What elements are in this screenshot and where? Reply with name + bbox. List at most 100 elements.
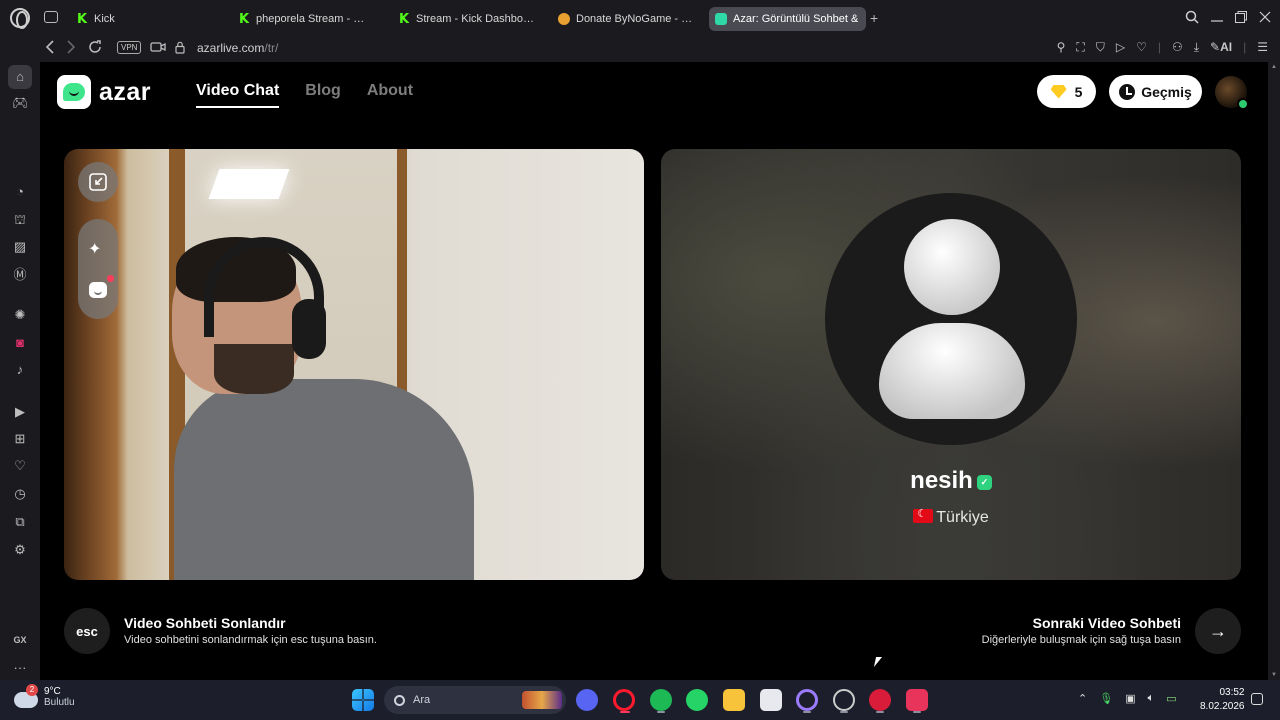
file-explorer-icon[interactable] [723,689,745,711]
shield-icon[interactable]: ⛉ [1096,40,1105,55]
download-icon[interactable]: ⤓ [1194,40,1199,55]
next-chat-description: Diğerleriyle buluşmak için sağ tuşa bası… [981,634,1181,646]
url-field[interactable]: azarlive.com/tr/ [197,41,278,55]
m-icon[interactable]: Ⓜ [12,267,28,283]
pin-icon[interactable]: ⚲ [1057,40,1066,55]
notification-icon[interactable] [1251,693,1263,705]
gems-count: 5 [1074,83,1083,100]
restore-button[interactable] [1234,10,1248,26]
face-filter-icon[interactable] [89,282,107,298]
new-tab-button[interactable]: + [870,11,878,25]
history-button[interactable]: Geçmiş [1109,75,1202,108]
more-icon[interactable]: ··· [12,660,28,676]
tab-bynogame[interactable]: Donate ByNoGame - Gele [552,7,700,31]
gems-button[interactable]: 5 [1037,75,1096,108]
vpn-badge[interactable]: VPN [117,41,142,54]
avatar[interactable] [1215,76,1249,110]
tab-island-icon[interactable] [44,11,58,23]
running-indicator [840,711,848,713]
kick-icon: K [76,11,88,27]
tiktok-icon[interactable]: ♪ [12,362,28,378]
tab-kick[interactable]: K Kick [70,7,225,31]
running-indicator [620,711,630,713]
app-red-icon[interactable] [869,689,891,711]
cloud-icon: 2 [14,684,38,708]
minimize-video-button[interactable] [78,162,118,202]
instagram-icon[interactable]: ◙ [12,335,28,351]
page-content: azar Video Chat Blog About 5 Geçmiş ✦ ne… [40,62,1268,680]
page-scrollbar[interactable] [1268,62,1280,680]
kick-icon: K [238,11,250,27]
main-nav: Video Chat Blog About [196,82,413,108]
profile-icon[interactable]: ⚇ [1172,40,1183,55]
nav-blog[interactable]: Blog [305,82,341,108]
app-pink-icon[interactable] [906,689,928,711]
close-window-button[interactable] [1258,10,1272,26]
collapse-icon [89,173,107,191]
speed-dial-icon[interactable]: ◔ [12,184,28,200]
gx-control-button[interactable]: GX [12,632,28,648]
camera-icon[interactable] [150,40,166,56]
reload-button[interactable] [88,40,102,57]
heart-icon[interactable]: ♡ [1136,40,1147,55]
search-highlight-image [522,691,562,709]
chatgpt-icon[interactable]: ✺ [12,307,28,323]
next-chat-title: Sonraki Video Sohbeti [1032,615,1181,631]
ai-button[interactable]: ✎AI [1210,40,1232,55]
tab-pheporela-stream[interactable]: K pheporela Stream - Watch [232,7,380,31]
history-icon[interactable]: ◷ [12,486,28,502]
lock-icon[interactable] [175,41,185,54]
microsoft-store-icon[interactable] [760,689,782,711]
forward-button[interactable] [66,40,76,57]
assistant-icon[interactable] [796,689,818,711]
opera-gx-icon[interactable] [613,689,635,711]
tab-azar[interactable]: Azar: Görüntülü Sohbet & [709,7,866,31]
apps-icon[interactable]: ⊞ [12,431,28,447]
back-button[interactable] [45,40,55,57]
player-icon[interactable]: ▶ [12,404,28,420]
tab-label: pheporela Stream - Watch [256,13,374,25]
search-tabs-icon[interactable] [1185,10,1199,26]
whatsapp-icon[interactable] [686,689,708,711]
end-chat-button[interactable]: esc [64,608,110,654]
gamepad-icon[interactable]: 🎮︎ [12,95,29,111]
verified-badge [1237,98,1249,110]
network-icon[interactable]: ▣ [1125,692,1135,705]
person-beard [214,344,294,394]
peer-avatar [825,193,1077,445]
extensions-icon[interactable]: ⧉ [12,514,28,530]
system-tray: ⌃ 🎙︎ ▣ 🔈︎ ▭ [1078,692,1177,705]
minimize-button[interactable] [1210,10,1224,26]
weather-widget[interactable]: 2 9°C Bulutlu [14,684,75,708]
chevron-up-icon[interactable]: ⌃ [1078,692,1087,705]
magic-wand-icon[interactable]: ✦ [88,239,101,259]
microphone-icon[interactable]: 🎙︎ [1099,692,1113,705]
spotify-icon[interactable] [650,689,672,711]
twitch-icon[interactable]: ⛫ [12,212,28,228]
easy-setup-icon[interactable]: ☰ [1257,40,1268,55]
battery-icon[interactable]: ▭ [1166,692,1176,705]
ceiling-light [208,169,290,199]
discord-icon[interactable] [576,689,598,711]
running-indicator [876,711,884,713]
divider: | [1243,40,1247,54]
send-icon[interactable]: ▷ [1116,40,1125,55]
peer-name-row: nesih ✓ [661,467,1241,495]
tab-kick-dashboard[interactable]: K Stream - Kick Dashboard [392,7,542,31]
next-chat-button[interactable]: → [1195,608,1241,654]
volume-icon[interactable]: 🔈︎ [1148,692,1155,705]
heart-icon[interactable]: ♡ [12,458,28,474]
nav-about[interactable]: About [367,82,413,108]
cheat-icon[interactable]: ▨ [12,239,28,255]
home-icon[interactable]: ⌂ [8,65,32,89]
obs-icon[interactable] [833,689,855,711]
bynogame-icon [558,13,570,25]
taskbar-search[interactable]: Ara [384,686,566,714]
settings-icon[interactable]: ⚙ [12,542,28,558]
taskbar-clock[interactable]: 03:52 8.02.2026 [1200,686,1245,714]
snapshot-icon[interactable]: ⛶ [1076,40,1084,55]
opera-menu-icon[interactable] [10,8,30,29]
azar-logo[interactable]: azar [57,75,151,109]
nav-video-chat[interactable]: Video Chat [196,82,280,108]
windows-start-icon[interactable] [352,689,374,711]
